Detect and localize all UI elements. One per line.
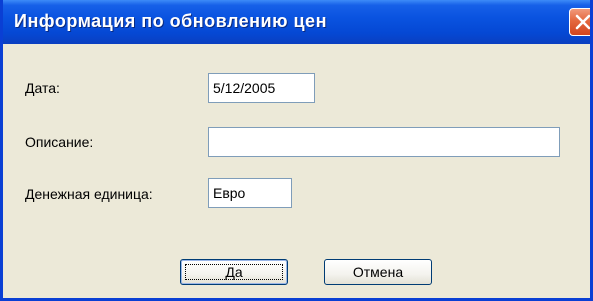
close-icon — [575, 14, 590, 30]
ok-button[interactable]: Да — [180, 259, 288, 285]
currency-label: Денежная единица: — [25, 186, 153, 202]
description-field[interactable] — [208, 127, 560, 157]
focus-rectangle — [185, 264, 283, 280]
cancel-button[interactable]: Отмена — [324, 259, 432, 285]
date-field[interactable] — [208, 73, 315, 103]
cancel-button-label: Отмена — [352, 264, 404, 280]
window-title: Информация по обновлению цен — [14, 11, 327, 31]
date-label: Дата: — [25, 80, 60, 96]
title-bar[interactable]: Информация по обновлению цен — [3, 0, 590, 44]
description-label: Описание: — [25, 134, 94, 150]
close-button[interactable] — [569, 8, 590, 36]
price-update-dialog: Информация по обновлению цен Дата: Описа… — [0, 0, 593, 301]
currency-field[interactable] — [208, 178, 292, 208]
